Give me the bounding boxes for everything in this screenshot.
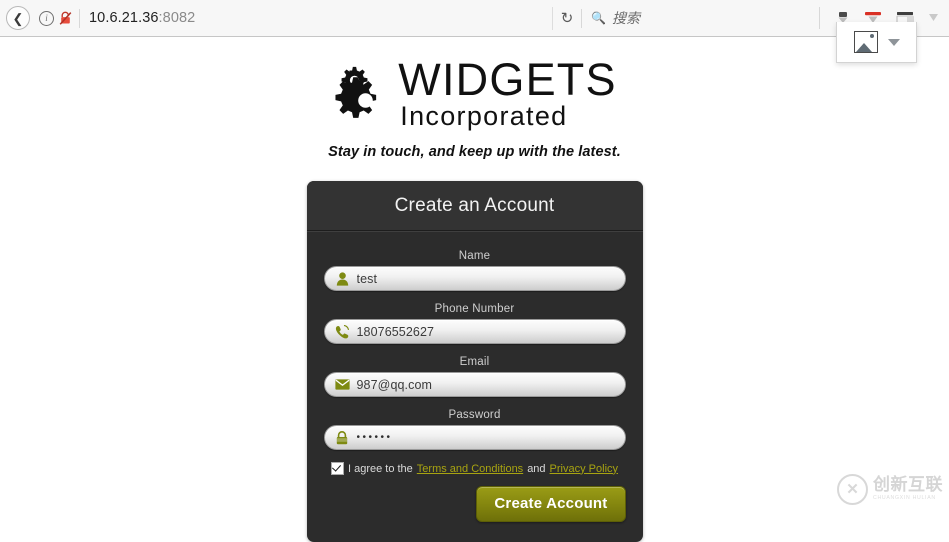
search-box[interactable]: 🔍 搜索: [582, 7, 820, 29]
email-label: Email: [459, 356, 490, 369]
watermark: ✕ 创新互联 CHUANGXIN HULIAN: [837, 474, 943, 505]
field-group-email: Email 987@qq.com: [323, 356, 626, 398]
page-content: WIDGETS Incorporated Stay in touch, and …: [0, 37, 949, 542]
terms-and-conditions-link[interactable]: Terms and Conditions: [417, 463, 523, 475]
panel-header: Create an Account: [306, 181, 643, 232]
gears-icon: [332, 65, 394, 123]
field-group-password: Password ••••••: [323, 409, 626, 451]
url-port: :8082: [158, 10, 196, 26]
privacy-policy-link[interactable]: Privacy Policy: [550, 463, 618, 475]
logo-name-secondary: Incorporated: [400, 101, 568, 132]
email-input[interactable]: 987@qq.com: [323, 372, 626, 398]
phone-input[interactable]: 18076552627: [323, 319, 626, 345]
browser-toolbar: ❮ i 10.6.21.36:8082 ↻ 🔍 搜索: [0, 0, 949, 37]
watermark-pinyin: CHUANGXIN HULIAN: [873, 495, 936, 502]
field-group-name: Name test: [323, 250, 626, 292]
extension-popup-panel[interactable]: [836, 22, 917, 63]
menu-overflow-icon[interactable]: [928, 12, 939, 24]
watermark-texts: 创新互联 CHUANGXIN HULIAN: [873, 477, 943, 501]
search-placeholder: 搜索: [611, 11, 640, 27]
back-button[interactable]: ❮: [6, 6, 30, 30]
chevron-down-icon[interactable]: [887, 38, 900, 46]
image-icon-mountain: [855, 43, 872, 52]
name-input[interactable]: test: [323, 266, 626, 292]
field-group-phone: Phone Number 18076552627: [323, 303, 626, 345]
envelope-icon: [334, 378, 350, 392]
logo-name-primary: WIDGETS: [398, 54, 617, 105]
site-tagline: Stay in touch, and keep up with the late…: [328, 144, 621, 161]
password-value: ••••••: [356, 432, 393, 444]
create-account-button[interactable]: Create Account: [476, 486, 626, 523]
panel-body: Name test Phone Number 18076552627 Email…: [307, 232, 643, 542]
lock-icon: [335, 430, 350, 445]
site-identity-icons: i: [34, 8, 80, 28]
name-value: test: [356, 271, 378, 286]
logo-wordmark: WIDGETS Incorporated: [398, 54, 617, 132]
reload-button[interactable]: ↻: [553, 8, 582, 28]
phone-icon: [335, 324, 350, 339]
name-label: Name: [458, 250, 491, 263]
watermark-chinese: 创新互联: [873, 475, 943, 496]
signup-form-panel: Create an Account Name test Phone Number…: [306, 181, 643, 542]
person-icon: [335, 271, 350, 286]
phone-label: Phone Number: [434, 303, 515, 316]
logo-row: WIDGETS Incorporated: [332, 54, 617, 132]
image-icon[interactable]: [853, 31, 878, 53]
search-icon: 🔍: [591, 11, 606, 25]
broken-lock-icon[interactable]: [59, 11, 72, 25]
agreement-conjunction: and: [527, 462, 546, 475]
password-input[interactable]: ••••••: [323, 425, 626, 451]
email-value: 987@qq.com: [356, 377, 433, 392]
page-title: Create an Account: [394, 194, 555, 216]
agreement-prefix: I agree to the: [347, 462, 413, 475]
agreement-checkbox[interactable]: [330, 462, 344, 476]
watermark-logo-icon: ✕: [837, 474, 868, 505]
submit-row: Create Account: [324, 486, 626, 523]
phone-value: 18076552627: [356, 324, 435, 339]
navigation-controls: ❮: [0, 0, 30, 36]
password-label: Password: [448, 409, 501, 422]
address-bar-divider: [552, 6, 553, 30]
info-icon[interactable]: i: [39, 10, 54, 26]
site-logo: WIDGETS Incorporated Stay in touch, and …: [0, 54, 949, 161]
agreement-row: I agree to the Terms and Conditions and …: [324, 462, 626, 476]
url-host: 10.6.21.36: [89, 10, 159, 26]
image-icon-sun: [869, 34, 874, 38]
url-text: 10.6.21.36:8082: [80, 10, 195, 26]
address-bar[interactable]: i 10.6.21.36:8082: [34, 5, 553, 32]
